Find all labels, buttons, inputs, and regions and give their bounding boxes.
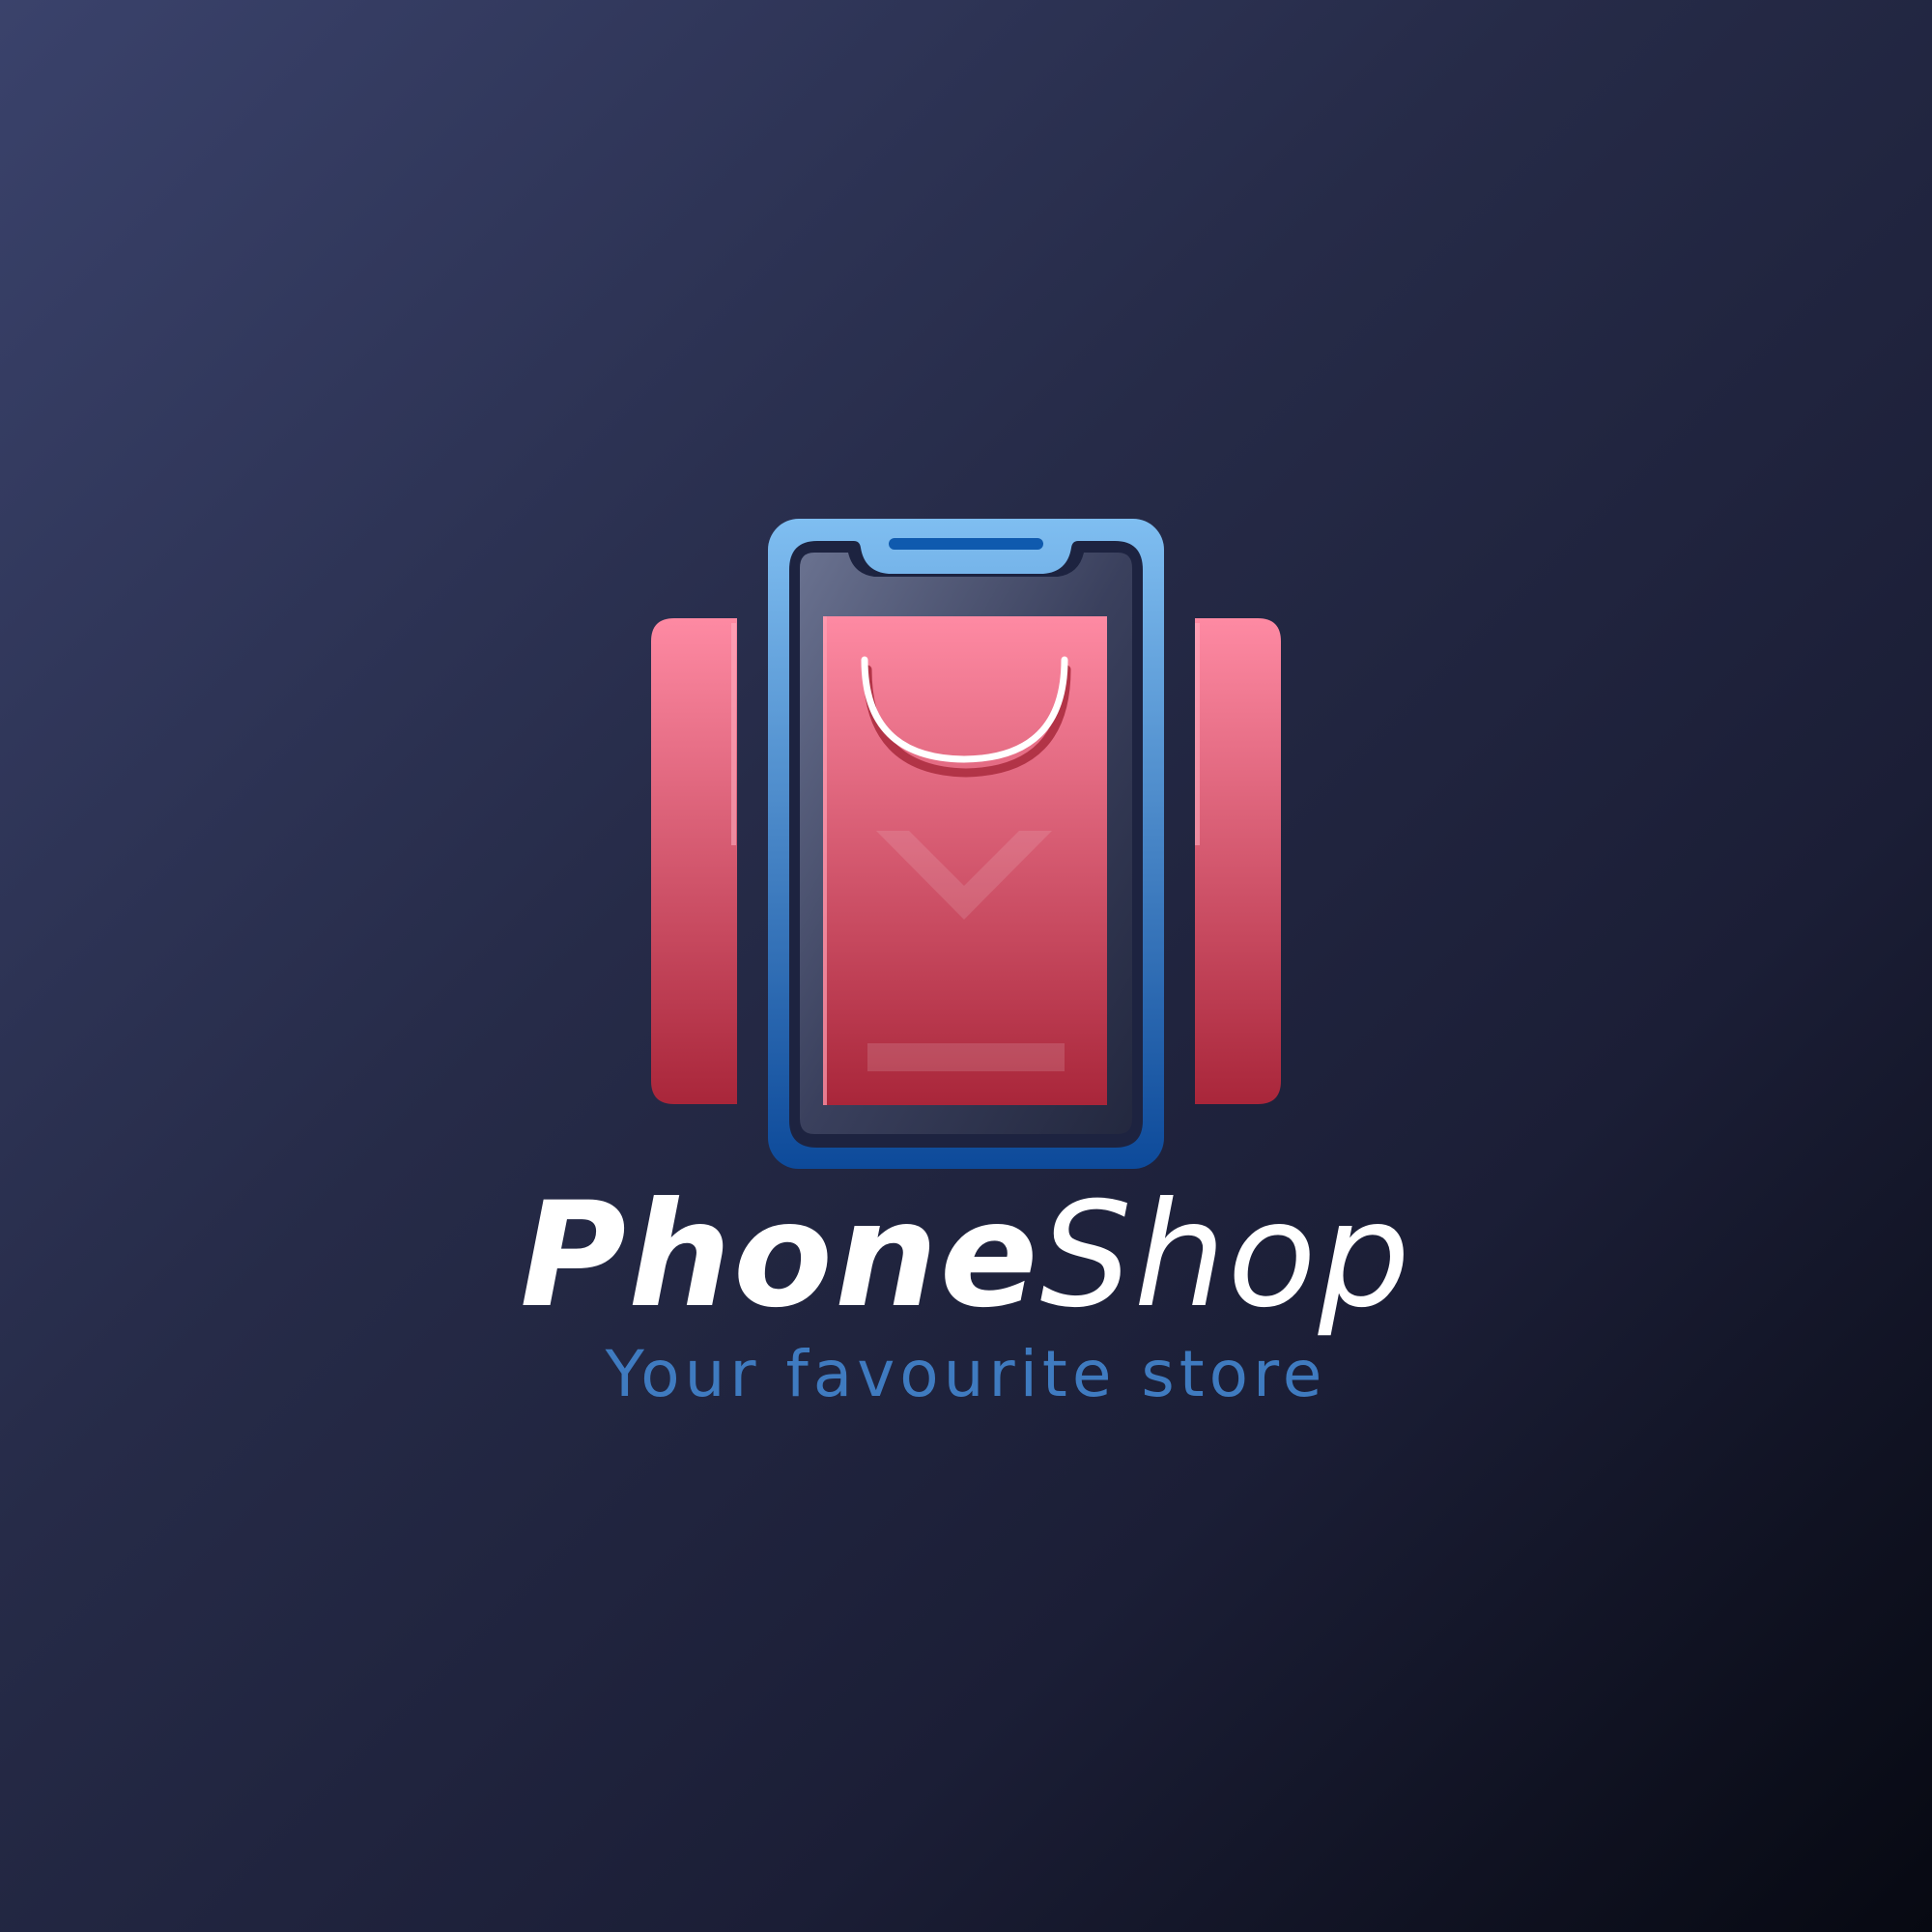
right-side-panel	[1195, 618, 1281, 1104]
brand-name-light: Shop	[1039, 1172, 1412, 1340]
brand-wordmark: PhoneShop	[0, 1183, 1932, 1328]
left-side-panel	[651, 618, 737, 1104]
phone-shop-logo-icon	[651, 519, 1281, 1169]
brand-tagline: Your favourite store	[605, 1337, 1327, 1411]
brand-name-bold: Phone	[520, 1172, 1040, 1340]
shopping-bag-icon	[823, 616, 1107, 1105]
